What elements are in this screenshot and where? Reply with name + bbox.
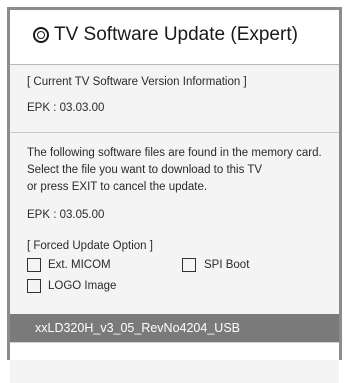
info-line-1: The following software files are found i… <box>27 147 322 159</box>
spi-boot-label: SPI Boot <box>204 259 250 271</box>
logo-image-checkbox[interactable] <box>27 279 41 293</box>
logo-image-label: LOGO Image <box>48 280 117 292</box>
current-epk-version: EPK : 03.03.00 <box>27 102 105 114</box>
new-epk-version: EPK : 03.05.00 <box>27 209 105 221</box>
spi-boot-checkbox[interactable] <box>182 258 196 272</box>
info-line-3: or press EXIT to cancel the update. <box>27 181 208 193</box>
info-line-2: Select the file you want to download to … <box>27 164 263 176</box>
forced-update-header: [ Forced Update Option ] <box>27 240 153 252</box>
file-list-empty-slot <box>10 342 339 360</box>
ext-micom-checkbox[interactable] <box>27 258 41 272</box>
software-update-dialog: TV Software Update (Expert) [ Current TV… <box>7 7 342 383</box>
ext-micom-label: Ext. MICOM <box>48 259 111 271</box>
radio-circle-icon <box>33 27 49 43</box>
dialog-title: TV Software Update (Expert) <box>54 24 298 45</box>
current-version-header: [ Current TV Software Version Informatio… <box>27 76 247 88</box>
current-version-section: [ Current TV Software Version Informatio… <box>10 66 339 133</box>
file-list-item[interactable]: xxLD320H_v3_05_RevNo4204_USB <box>10 314 339 342</box>
title-bar: TV Software Update (Expert) <box>10 10 339 65</box>
